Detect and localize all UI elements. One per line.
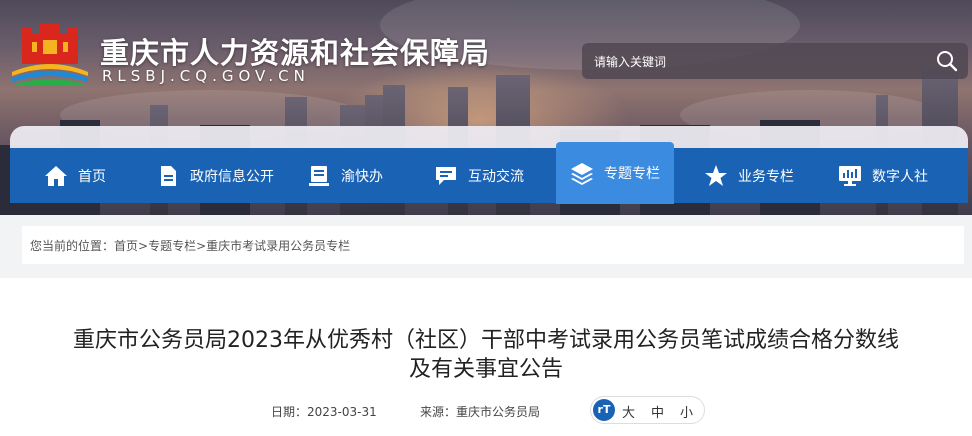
breadcrumb-link-column[interactable]: 重庆市考试录用公务员专栏 xyxy=(206,239,350,253)
nav-label: 首页 xyxy=(78,168,106,185)
nav-item-gov-info[interactable]: 政府信息公开 xyxy=(156,148,274,203)
date-label: 日期： xyxy=(271,405,308,419)
source-value: 重庆市公务员局 xyxy=(456,405,541,419)
font-size-small[interactable]: 小 xyxy=(680,402,693,421)
article-date: 日期：2023-03-31 xyxy=(271,403,377,420)
font-size-switcher: rT 大 中 小 xyxy=(590,396,705,424)
breadcrumb-separator: > xyxy=(196,239,207,253)
nav-item-business[interactable]: 业务专栏 xyxy=(704,148,794,203)
monitor-icon xyxy=(838,164,862,188)
document-icon xyxy=(156,164,180,188)
site-title[interactable]: 重庆市人力资源和社会保障局 xyxy=(100,30,490,72)
nav-item-digital[interactable]: 数字人社 xyxy=(838,148,928,203)
chat-icon xyxy=(434,164,458,188)
nav-item-special-topics[interactable]: 专题专栏 xyxy=(556,142,674,204)
service-icon xyxy=(307,164,331,188)
home-icon xyxy=(44,164,68,188)
breadcrumb-link-home[interactable]: 首页 xyxy=(114,239,138,253)
nav-label: 数字人社 xyxy=(872,168,928,185)
article-title: 重庆市公务员局2023年从优秀村（社区）干部中考试录用公务员笔试成绩合格分数线 … xyxy=(0,326,972,384)
nav-item-home[interactable]: 首页 xyxy=(44,148,106,203)
article-title-line1: 重庆市公务员局2023年从优秀村（社区）干部中考试录用公务员笔试成绩合格分数线 xyxy=(73,328,899,353)
nav-label: 业务专栏 xyxy=(738,168,794,185)
breadcrumb: 您当前的位置：首页>专题专栏>重庆市考试录用公务员专栏 xyxy=(30,237,350,254)
article-source: 来源：重庆市公务员局 xyxy=(420,403,540,420)
nav-label: 互动交流 xyxy=(468,168,524,185)
breadcrumb-link-topics[interactable]: 专题专栏 xyxy=(148,239,196,253)
emblem-icon xyxy=(12,24,88,86)
nav-label: 政府信息公开 xyxy=(190,168,274,185)
layers-icon xyxy=(570,161,594,185)
search-icon[interactable] xyxy=(936,50,958,72)
search-box xyxy=(582,43,968,81)
nav-item-interaction[interactable]: 互动交流 xyxy=(434,148,524,203)
star-icon xyxy=(704,164,728,188)
breadcrumb-prefix: 您当前的位置： xyxy=(30,239,115,253)
site-logo[interactable] xyxy=(10,20,90,86)
breadcrumb-bar: 您当前的位置：首页>专题专栏>重庆市考试录用公务员专栏 xyxy=(22,226,964,264)
site-domain: RLSBJ.CQ.GOV.CN xyxy=(102,67,310,85)
nav-label: 专题专栏 xyxy=(604,166,660,182)
breadcrumb-separator: > xyxy=(138,239,149,253)
font-size-medium[interactable]: 中 xyxy=(651,402,664,421)
main-nav: 首页 政府信息公开 渝快办 互动交流 专题专栏 业务专栏 数字人社 xyxy=(10,142,968,204)
source-label: 来源： xyxy=(420,405,457,419)
nav-item-yukuaiban[interactable]: 渝快办 xyxy=(307,148,383,203)
search-input[interactable] xyxy=(592,43,916,81)
date-value: 2023-03-31 xyxy=(307,405,377,419)
article-title-line2: 及有关事宜公告 xyxy=(408,357,563,382)
nav-label: 渝快办 xyxy=(341,168,383,185)
font-size-icon: rT xyxy=(593,399,615,421)
font-size-large[interactable]: 大 xyxy=(622,402,635,421)
